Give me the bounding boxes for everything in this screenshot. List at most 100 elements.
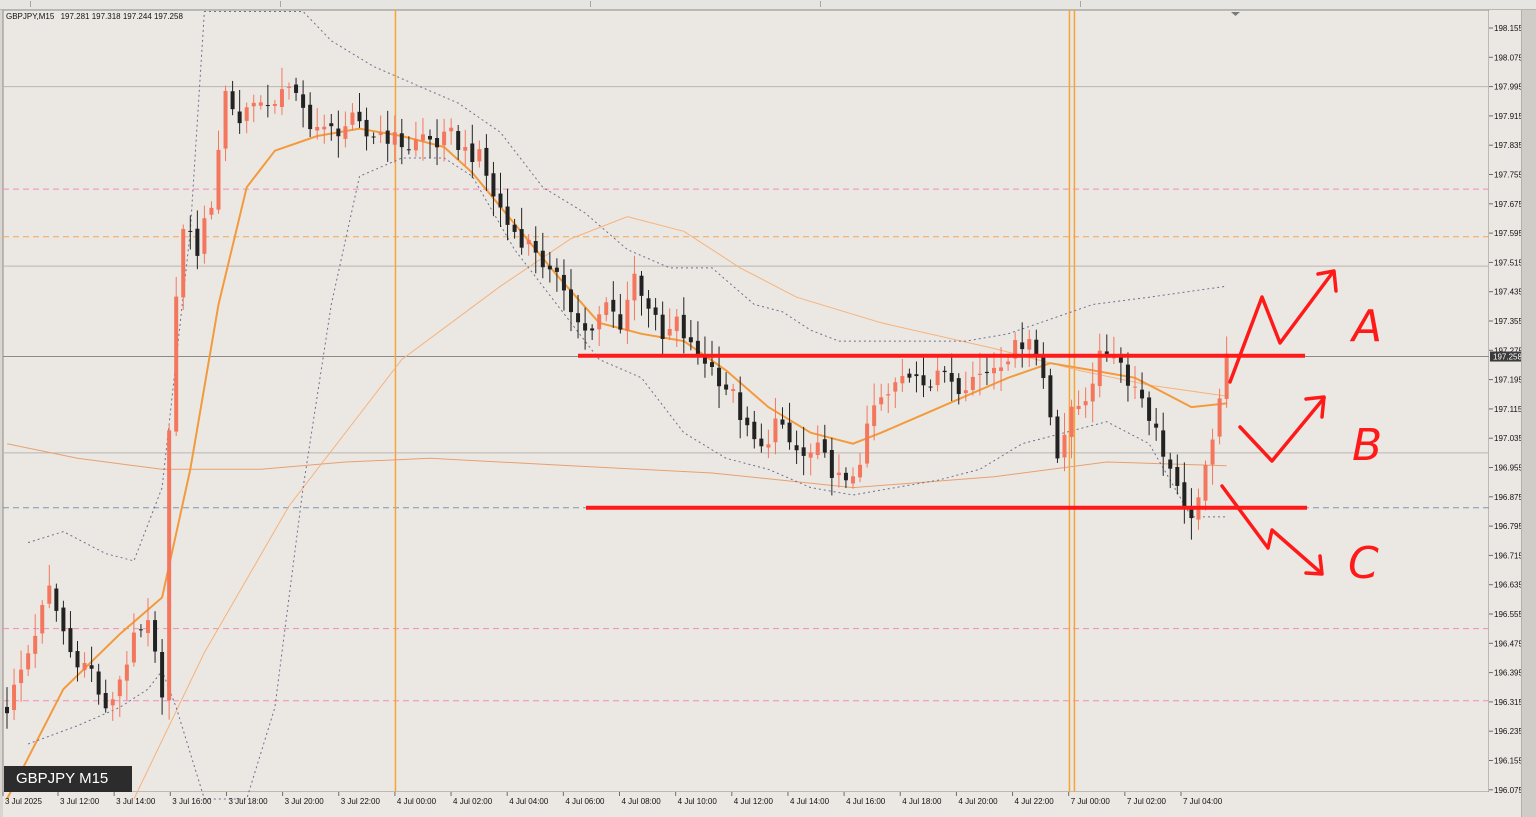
candle-body	[265, 105, 270, 107]
candle-body	[879, 397, 884, 405]
candle-body	[19, 669, 24, 684]
candle-body	[188, 230, 193, 232]
candle-body	[900, 376, 905, 384]
candle-body	[12, 684, 17, 711]
candle-body	[935, 370, 940, 386]
candle-body	[470, 143, 475, 163]
candle-body	[611, 299, 616, 312]
candle-body	[456, 131, 461, 150]
candle-body	[1224, 353, 1229, 399]
candle-body	[1069, 406, 1074, 437]
time-tick-label: 4 Jul 20:00	[958, 797, 998, 806]
candle-body	[1027, 339, 1032, 350]
price-tick-label: 196.155	[1494, 757, 1523, 766]
right-scrollbar[interactable]	[1521, 10, 1536, 817]
candle-body	[752, 421, 757, 440]
candle-body	[392, 132, 397, 145]
candle-body	[343, 126, 348, 139]
candle-body	[787, 422, 792, 443]
candle-body	[124, 664, 129, 681]
candle-body	[639, 275, 644, 296]
time-tick-label: 7 Jul 04:00	[1183, 797, 1223, 806]
candle-body	[583, 323, 588, 331]
candle-body	[956, 378, 961, 395]
header-ohlc: 197.281 197.318 197.244 197.258	[61, 12, 184, 21]
candle-body	[1006, 361, 1011, 365]
symbol-label: GBPJPY M15	[4, 766, 132, 792]
candle-body	[815, 442, 820, 456]
candle-body	[977, 373, 982, 375]
candle-body	[590, 328, 595, 331]
candle-body	[1076, 405, 1081, 410]
candle-body	[1055, 416, 1060, 459]
price-tick-label: 197.115	[1494, 405, 1523, 414]
time-tick-label: 3 Jul 20:00	[285, 797, 325, 806]
toolbar-strip	[0, 0, 1536, 10]
candle-body	[1140, 389, 1145, 399]
candle-body	[865, 423, 870, 464]
candle-body	[625, 299, 630, 332]
candle-body	[569, 289, 573, 313]
candle-body	[428, 135, 432, 140]
candle-body	[230, 91, 235, 110]
candle-body	[1161, 430, 1166, 457]
candle-body	[688, 337, 693, 343]
candle-body	[576, 313, 581, 323]
candle-body	[547, 265, 552, 270]
candle-body	[1090, 383, 1095, 402]
price-tick-label: 196.235	[1494, 727, 1523, 736]
time-tick-label: 3 Jul 2025	[5, 797, 42, 806]
time-tick-label: 3 Jul 14:00	[116, 797, 156, 806]
candle-body	[61, 607, 66, 632]
chart-window: GBPJPY,M15 197.281 197.318 197.244 197.2…	[0, 0, 1536, 817]
candle-body	[1217, 398, 1222, 437]
candle-body	[131, 632, 136, 663]
candle-body	[717, 367, 722, 387]
candle-body	[921, 375, 926, 386]
candle-body	[540, 250, 545, 268]
candle-body	[505, 206, 510, 225]
time-tick-label: 4 Jul 10:00	[678, 797, 718, 806]
candle-body	[5, 706, 9, 714]
candle-body	[759, 438, 764, 447]
candle-body	[329, 123, 334, 127]
candle-body	[533, 240, 538, 253]
time-tick-label: 4 Jul 04:00	[509, 797, 549, 806]
time-tick-label: 4 Jul 06:00	[565, 797, 605, 806]
current-price-label: 197.258	[1493, 353, 1522, 362]
time-tick-label: 3 Jul 22:00	[341, 797, 381, 806]
candle-body	[942, 370, 947, 373]
candle-body	[350, 112, 355, 125]
candle-body	[322, 126, 327, 130]
candle-body	[999, 367, 1004, 371]
candle-body	[301, 94, 306, 108]
time-tick-label: 7 Jul 00:00	[1071, 797, 1111, 806]
candle-body	[632, 273, 637, 301]
candle-body	[970, 376, 975, 390]
price-chart[interactable]: GBPJPY,M15 197.281 197.318 197.244 197.2…	[0, 10, 1536, 817]
scenario-label-b: B	[1352, 420, 1382, 471]
candle-body	[54, 588, 59, 611]
price-tick-label: 197.195	[1494, 376, 1523, 385]
price-tick-label: 196.315	[1494, 698, 1523, 707]
candle-body	[117, 679, 122, 697]
candle-body	[618, 314, 623, 330]
candle-body	[26, 653, 31, 670]
candle-body	[597, 314, 602, 330]
candle-body	[710, 362, 714, 367]
candle-body	[153, 620, 158, 652]
price-tick-label: 196.075	[1494, 786, 1523, 795]
price-tick-label: 196.875	[1494, 493, 1523, 502]
toolbar-separator	[1080, 1, 1081, 7]
candle-body	[498, 193, 503, 208]
price-tick-label: 197.355	[1494, 317, 1523, 326]
price-tick-label: 197.515	[1494, 258, 1523, 267]
candle-body	[258, 102, 263, 106]
candle-body	[1048, 375, 1053, 418]
price-tick-label: 197.035	[1494, 434, 1523, 443]
candle-body	[843, 472, 848, 481]
candle-body	[40, 605, 45, 634]
candle-body	[484, 147, 489, 176]
candle-body	[167, 430, 172, 701]
candle-body	[794, 445, 799, 451]
